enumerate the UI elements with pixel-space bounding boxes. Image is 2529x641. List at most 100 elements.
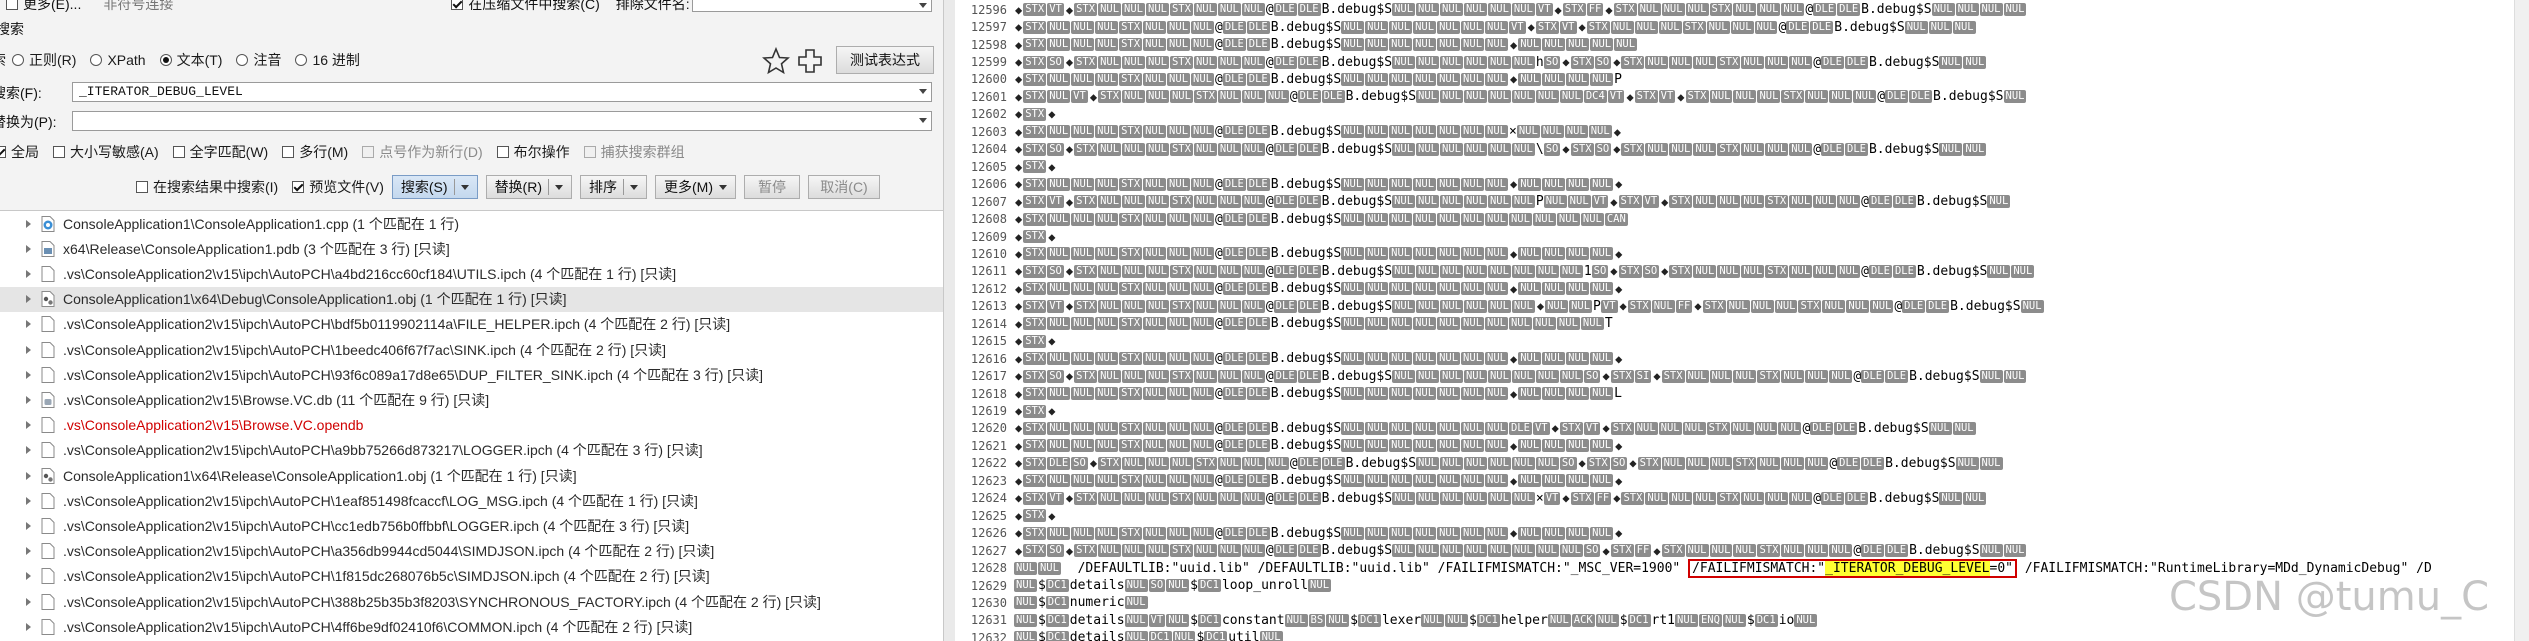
expand-arrow-icon[interactable] [26, 395, 31, 404]
control-char-token: VT [1600, 299, 1618, 313]
control-char-token: NUL [1542, 474, 1566, 488]
opt-in-results-checkbox[interactable] [136, 181, 148, 193]
expand-arrow-icon[interactable] [26, 622, 31, 631]
result-row[interactable]: x64\Release\ConsoleApplication1.pdb (3 个… [0, 236, 943, 261]
mode-hex-option[interactable]: 16 进制 [295, 50, 360, 70]
replacement-glyph: ◆ [1615, 177, 1623, 192]
control-char-token: NUL [1461, 125, 1485, 139]
result-file-icon [41, 517, 55, 534]
result-row[interactable]: .vs\ConsoleApplication2\v15\Browse.VC.db… [0, 387, 943, 412]
opt-multiline[interactable]: 多行(M) [282, 142, 348, 162]
replace-dropdown-icon[interactable] [555, 184, 563, 190]
mode-text-radio[interactable] [159, 54, 172, 66]
expand-arrow-icon[interactable] [26, 244, 31, 253]
opt-case[interactable]: 大小写敏感(A) [53, 142, 159, 162]
search-dropdown-icon[interactable] [460, 184, 469, 190]
expand-arrow-icon[interactable] [26, 471, 31, 480]
result-row[interactable]: .vs\ConsoleApplication2\v15\ipch\AutoPCH… [0, 337, 943, 362]
expand-arrow-icon[interactable] [26, 496, 31, 505]
sort-dropdown-icon[interactable] [630, 184, 638, 190]
opt-preview-checkbox[interactable] [292, 181, 305, 193]
search-input[interactable]: _ITERATOR_DEBUG_LEVEL [72, 82, 932, 102]
replacement-glyph: ◆ [1015, 421, 1023, 436]
result-row[interactable]: ConsoleApplication1\x64\Release\ConsoleA… [0, 463, 943, 488]
mode-comment-radio[interactable] [236, 54, 249, 66]
result-row[interactable]: .vs\ConsoleApplication2\v15\ipch\AutoPCH… [0, 564, 943, 589]
result-row[interactable]: .vs\ConsoleApplication2\v15\ipch\AutoPCH… [0, 539, 943, 564]
control-char-token: NUL [1143, 439, 1167, 453]
expand-arrow-icon[interactable] [26, 370, 31, 379]
mode-text-option[interactable]: 文本(T) [159, 50, 222, 70]
control-char-token: NUL [1463, 369, 1487, 383]
expand-arrow-icon[interactable] [26, 597, 31, 606]
mode-hex-radio[interactable] [295, 54, 308, 66]
replacement-glyph: ◆ [1015, 264, 1023, 279]
opt-fullword[interactable]: 全字匹配(W) [172, 142, 268, 162]
expand-arrow-icon[interactable] [26, 446, 31, 455]
more-button[interactable]: 更多(M) [655, 175, 736, 199]
replacement-glyph: ◆ [1509, 281, 1518, 296]
mode-xpath-option[interactable]: XPath [90, 52, 146, 68]
replace-button[interactable]: 替换(R) [485, 175, 572, 199]
replace-input[interactable] [72, 111, 932, 131]
result-row[interactable]: .vs\ConsoleApplication2\v15\Browse.VC.op… [0, 413, 943, 438]
result-row[interactable]: ConsoleApplication1\ConsoleApplication1.… [0, 211, 943, 236]
more-checkbox[interactable] [6, 0, 18, 10]
opt-bool-checkbox[interactable] [496, 146, 509, 158]
expand-arrow-icon[interactable] [26, 345, 31, 354]
expand-arrow-icon[interactable] [26, 521, 31, 530]
control-char-token: STX [1535, 20, 1559, 34]
opt-whole[interactable]: 全局 [0, 142, 39, 162]
compress-search-checkbox[interactable] [451, 0, 464, 10]
mode-comment-option[interactable]: 注音 [236, 50, 281, 70]
opt-multiline-checkbox[interactable] [282, 146, 295, 158]
mode-regex-option[interactable]: 正则(R) [12, 50, 76, 70]
preview-line: 12612 ◆ STX NUL NUL NUL STX NUL NUL NUL @ DLE DLE B.d… [955, 280, 2529, 297]
control-char-token: NUL [1191, 212, 1214, 226]
opt-whole-checkbox[interactable] [0, 146, 6, 158]
expand-arrow-icon[interactable] [26, 295, 31, 304]
control-char-token: DLE [1892, 195, 1916, 209]
result-row[interactable]: .vs\ConsoleApplication2\v15\ipch\AutoPCH… [0, 261, 943, 286]
result-row[interactable]: .vs\ConsoleApplication2\v15\ipch\AutoPCH… [0, 488, 943, 513]
control-char-token: NUL [1167, 474, 1191, 488]
control-char-token: DLE [1273, 264, 1297, 278]
expand-arrow-icon[interactable] [26, 547, 31, 556]
favorite-star-icon[interactable] [762, 47, 790, 75]
opt-in-results[interactable]: 在搜索结果中搜索(I) [136, 177, 278, 197]
result-row[interactable]: ConsoleApplication1\x64\Debug\ConsoleApp… [0, 286, 943, 312]
opt-preview[interactable]: 预览文件(V) [292, 177, 384, 197]
search-actions-row: 在搜索结果中搜索(I) 预览文件(V) 搜索(S) 替换(R) 排序 更多(M)… [136, 173, 888, 201]
opt-case-checkbox[interactable] [53, 146, 65, 158]
sort-button[interactable]: 排序 [580, 175, 647, 199]
opt-bool[interactable]: 布尔操作 [496, 142, 570, 162]
result-row[interactable]: .vs\ConsoleApplication2\v15\ipch\AutoPCH… [0, 589, 943, 614]
replacement-glyph: ◆ [1015, 281, 1023, 296]
mode-xpath-radio[interactable] [90, 54, 103, 66]
result-row[interactable]: .vs\ConsoleApplication2\v15\ipch\AutoPCH… [0, 438, 943, 463]
control-char-token: NUL [1952, 421, 1976, 435]
expand-arrow-icon[interactable] [26, 421, 31, 430]
result-row[interactable]: .vs\ConsoleApplication2\v15\ipch\AutoPCH… [0, 312, 943, 337]
line-number: 12612 [970, 281, 1007, 296]
more-dropdown-icon[interactable] [719, 184, 727, 190]
add-plus-icon[interactable] [796, 47, 824, 75]
search-button[interactable]: 搜索(S) [391, 175, 478, 199]
control-char-token: NUL [1487, 90, 1511, 104]
preview-scrollbar[interactable] [2514, 0, 2529, 641]
opt-fullword-checkbox[interactable] [172, 146, 185, 158]
exclude-files-input[interactable] [692, 0, 932, 12]
expand-arrow-icon[interactable] [26, 572, 31, 581]
result-row[interactable]: .vs\ConsoleApplication2\v15\ipch\AutoPCH… [0, 513, 943, 538]
result-row[interactable]: .vs\ConsoleApplication2\v15\ipch\AutoPCH… [0, 614, 943, 639]
result-row[interactable]: .vs\ConsoleApplication2\v15\ipch\AutoPCH… [0, 362, 943, 387]
match-suffix: =0" [1989, 560, 2013, 576]
expand-arrow-icon[interactable] [26, 320, 31, 329]
mode-regex-radio[interactable] [12, 54, 24, 66]
control-char-token: NUL [1413, 282, 1437, 296]
db-file-icon [41, 391, 55, 408]
expand-arrow-icon[interactable] [26, 269, 31, 278]
control-char-token: STX [1023, 317, 1047, 331]
expand-arrow-icon[interactable] [26, 219, 31, 228]
test-expression-button[interactable]: 测试表达式 [836, 46, 934, 74]
